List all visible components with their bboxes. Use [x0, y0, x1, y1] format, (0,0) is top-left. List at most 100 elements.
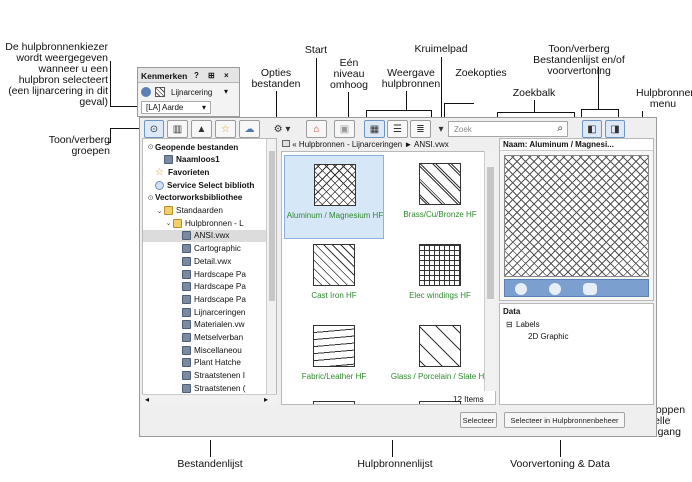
breadcrumb-file[interactable]: ANSI.vwx	[414, 140, 449, 149]
resource-tile[interactable]: Aluminum / Magnesium HF	[284, 155, 384, 239]
hatch-thumbnail	[419, 163, 461, 205]
view-details-button[interactable]: ≣	[410, 120, 431, 138]
group-bottle-button[interactable]: ▲	[191, 120, 212, 138]
tree-item[interactable]: Service Select biblioth	[143, 179, 276, 191]
resource-tile[interactable]: Fabric/Leather HF	[284, 317, 384, 401]
chevron-down-icon[interactable]: ⌄	[164, 219, 173, 227]
tree-item[interactable]: Plant Hatche	[143, 357, 276, 369]
tree-item-label: Miscellaneou	[194, 345, 242, 355]
leader-voorvertoning	[560, 440, 561, 457]
grid-scrollbar[interactable]	[484, 151, 496, 391]
collapse-icon[interactable]: ⊟	[506, 320, 513, 329]
tree-item[interactable]: Lijnarceringen	[143, 306, 276, 318]
tree-hscrollbar[interactable]: ◂ ▸	[142, 394, 277, 405]
data-group: Labels	[516, 320, 540, 329]
tree-item-label: Materialen.vw	[194, 320, 245, 330]
callout-kiezer: De hulpbronnenkiezer wordt weergegeven w…	[5, 41, 108, 108]
tree-item[interactable]: Detail.vwx	[143, 255, 276, 267]
view-thumbnails-button[interactable]: ▦	[364, 120, 385, 138]
sphere-view-icon[interactable]	[549, 283, 561, 295]
collapse-group-icon[interactable]: ⊙	[146, 194, 155, 202]
arrow-right-icon[interactable]: ▸	[264, 395, 268, 404]
tree-item-label: Plant Hatche	[194, 358, 241, 368]
tree-item[interactable]: Miscellaneou	[143, 344, 276, 356]
tree-item-label: Hardscape Pa	[194, 282, 246, 292]
palette-titlebar: Kenmerken ? ⊞ ×	[138, 68, 239, 83]
tree-item[interactable]: Straatstenen (	[143, 382, 276, 394]
close-icon[interactable]: ×	[224, 71, 229, 80]
tree-scrollbar-thumb[interactable]	[269, 151, 275, 301]
search-icon[interactable]: ⌕	[557, 123, 563, 134]
callout-opties: Opties bestanden	[251, 67, 301, 90]
tree-item[interactable]: Hardscape Pa	[143, 281, 276, 293]
pin-icon[interactable]: ⊞	[208, 71, 215, 80]
star-icon: ☆	[155, 166, 164, 178]
file-list: ⊙ Geopende bestanden Naamloos1 ☆ Favorieten S…	[142, 138, 277, 405]
resource-tile-label: Elec windings HF	[409, 291, 471, 300]
star-icon: ☆	[221, 123, 230, 135]
chevron-down-icon: ▾	[438, 123, 444, 135]
select-in-manager-button[interactable]: Selecteer in Hulpbronnenbeheer	[504, 412, 625, 428]
tree-item[interactable]: Naamloos1	[143, 154, 276, 166]
tree-item[interactable]: ⌄ Standaarden	[143, 205, 276, 217]
tree-item[interactable]: ⊙ Vectorworksbibliothee	[143, 192, 276, 204]
hatch-thumbnail	[313, 325, 355, 367]
tree-item-label: Metselverban	[194, 333, 244, 342]
tree-item[interactable]: ⌄ Hulpbronnen - L	[143, 217, 276, 229]
callout-start: Start	[304, 44, 328, 56]
preview-swatch	[504, 155, 649, 277]
home-button[interactable]: ⌂	[306, 120, 327, 138]
file-options-button[interactable]: ⚙ ▾	[266, 120, 298, 138]
toggle-groups-button[interactable]: ⊙	[144, 120, 164, 138]
tree-scrollbar[interactable]	[266, 139, 276, 394]
toggle-file-list-button[interactable]: ◧	[582, 120, 602, 138]
tree-item[interactable]: Hardscape Pa	[143, 268, 276, 280]
chevron-down-icon[interactable]: ⌄	[155, 207, 164, 215]
leader-lijst-h	[581, 109, 619, 110]
tree-item-label: Service Select biblioth	[167, 180, 255, 190]
tree-item[interactable]: Cartographic	[143, 243, 276, 255]
group-cloud-button[interactable]: ☁	[239, 120, 260, 138]
search-options-button[interactable]: ▾	[436, 120, 446, 138]
group-printer-button[interactable]: ▥	[167, 120, 188, 138]
resource-tile[interactable]: Glass / Porcelain / Slate HF	[390, 317, 490, 401]
select-button[interactable]: Selecteer	[460, 412, 497, 428]
preview-view-toolbar	[504, 279, 649, 297]
tree-item[interactable]: ANSI.vwx	[143, 229, 276, 242]
hatch-thumbnail	[313, 244, 355, 286]
resource-tile[interactable]: Cast Iron HF	[284, 236, 384, 320]
toggle-preview-button[interactable]: ◨	[605, 120, 625, 138]
leader-zoekbalk-h	[497, 112, 575, 113]
resource-tile[interactable]: Brass/Cu/Bronze HF	[390, 155, 490, 239]
chevron-down-icon[interactable]: ▾	[224, 87, 228, 96]
doc-icon	[182, 383, 191, 393]
hatch-swatch-icon[interactable]	[155, 87, 165, 97]
teapot-view-icon[interactable]	[583, 283, 597, 295]
tree-item[interactable]: Materialen.vw	[143, 319, 276, 331]
group-favorites-button[interactable]: ☆	[215, 120, 236, 138]
tree-item[interactable]: ⊙ Geopende bestanden	[143, 141, 276, 153]
tree-item[interactable]: ☆ Favorieten	[143, 166, 276, 178]
resource-list: Aluminum / Magnesium HF Brass/Cu/Bronze H…	[281, 151, 496, 405]
resource-tile[interactable]: Elec windings HF	[390, 236, 490, 320]
collapse-group-icon[interactable]: ⊙	[146, 143, 155, 151]
up-one-level-button[interactable]: ▣	[334, 120, 355, 138]
flat-view-icon[interactable]	[515, 283, 527, 295]
tree-item-label: Vectorworksbibliothee	[155, 193, 243, 203]
callout-zoekbalk: Zoekbalk	[512, 87, 556, 99]
callout-voorvertoning: Voorvertoning & Data	[510, 458, 610, 470]
breadcrumb-back[interactable]: «	[292, 140, 296, 149]
view-list-button[interactable]: ☰	[387, 120, 408, 138]
arrow-left-icon[interactable]: ◂	[145, 395, 149, 404]
breadcrumb-root-icon[interactable]	[282, 140, 290, 147]
breadcrumb-path[interactable]: Hulpbronnen - Lijnarceringen	[299, 140, 402, 149]
grid-scrollbar-thumb[interactable]	[487, 167, 494, 299]
class-select[interactable]: [LA] Aarde ▾	[141, 101, 211, 114]
tree-item[interactable]: Straatstenen I	[143, 370, 276, 382]
tree-item[interactable]: Metselverban	[143, 332, 276, 344]
tree-item[interactable]: Hardscape Pa	[143, 293, 276, 305]
search-input[interactable]: Zoek ⌕	[448, 121, 568, 137]
doc-icon	[182, 269, 191, 279]
doc-icon	[182, 294, 191, 304]
help-icon[interactable]: ?	[194, 71, 199, 80]
